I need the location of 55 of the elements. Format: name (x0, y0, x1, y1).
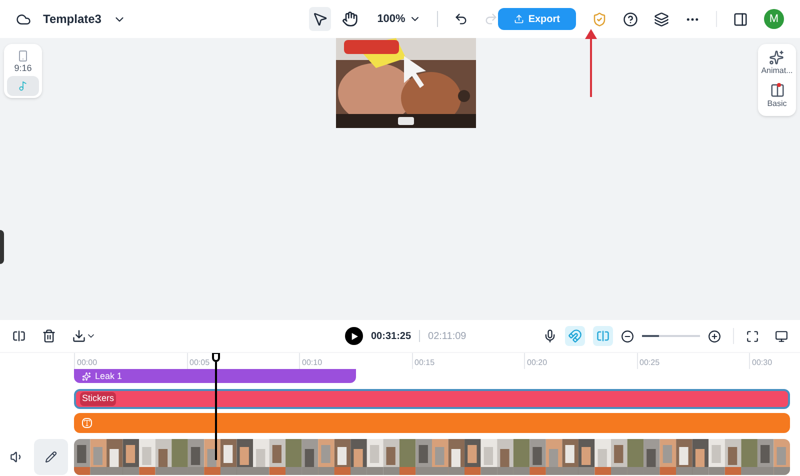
cloud-icon[interactable] (16, 12, 31, 26)
clip-label: Stickers (80, 392, 116, 406)
side-tab[interactable]: Basic (767, 83, 787, 110)
clip-label: Leak 1 (95, 372, 122, 380)
avatar[interactable]: M (764, 9, 784, 29)
arrow-annotation (585, 29, 597, 99)
toggle-button[interactable] (565, 326, 585, 346)
music-note-icon (18, 80, 28, 90)
drag-handle[interactable] (0, 230, 4, 264)
ratio-label: 9:16 (14, 62, 32, 75)
pointer-icon (312, 11, 328, 27)
undo-icon[interactable] (454, 12, 468, 26)
current-time: 00:31:25 (371, 330, 412, 344)
effect-clip[interactable]: Leak 1 (74, 369, 356, 383)
cover-edit-button[interactable] (34, 439, 68, 475)
panel-toggle-icon[interactable] (733, 12, 748, 26)
play-button[interactable] (345, 327, 363, 345)
ruler-label: 00:15 (414, 359, 435, 369)
toggle-button[interactable] (593, 326, 613, 346)
play-icon (350, 332, 358, 340)
monitor-icon[interactable] (775, 330, 788, 342)
zoom-out-icon[interactable] (621, 330, 634, 342)
sparkle-icon (82, 372, 91, 380)
total-time: 02:11:09 (428, 330, 466, 344)
split-icon (596, 329, 610, 343)
tool-button[interactable] (309, 7, 332, 31)
hand-icon (342, 11, 358, 27)
zoom-dropdown[interactable]: 100% (377, 10, 422, 28)
split-icon[interactable] (12, 329, 26, 343)
text-icon (82, 418, 92, 428)
sticker-clip[interactable]: Stickers (74, 389, 790, 409)
panel-icon (770, 83, 784, 98)
ruler-label: 00:25 (640, 359, 660, 369)
download-icon[interactable] (72, 329, 86, 343)
help-icon[interactable] (623, 12, 638, 26)
stack-icon[interactable] (654, 12, 669, 26)
ruler-label: 00:00 (77, 359, 98, 369)
trash-icon[interactable] (42, 329, 56, 343)
fullscreen-icon[interactable] (746, 330, 759, 342)
ruler-label: 00:20 (527, 359, 548, 369)
upload-icon (514, 14, 524, 24)
ruler-label: 00:05 (190, 359, 210, 369)
side-tab[interactable]: Animat... (761, 50, 793, 77)
zoom-in-icon[interactable] (708, 330, 721, 342)
project-title[interactable]: Template3 (43, 10, 102, 28)
magnet-icon (568, 329, 582, 343)
microphone-icon[interactable] (543, 329, 557, 343)
text-clip[interactable] (74, 413, 790, 433)
ruler-label: 00:30 (752, 359, 772, 369)
sparkle-icon (769, 50, 784, 65)
pencil-icon (45, 451, 57, 463)
playhead[interactable] (211, 353, 221, 460)
redo-icon[interactable] (484, 12, 498, 26)
ruler-label: 00:10 (302, 359, 322, 369)
phone-icon[interactable] (17, 50, 29, 62)
